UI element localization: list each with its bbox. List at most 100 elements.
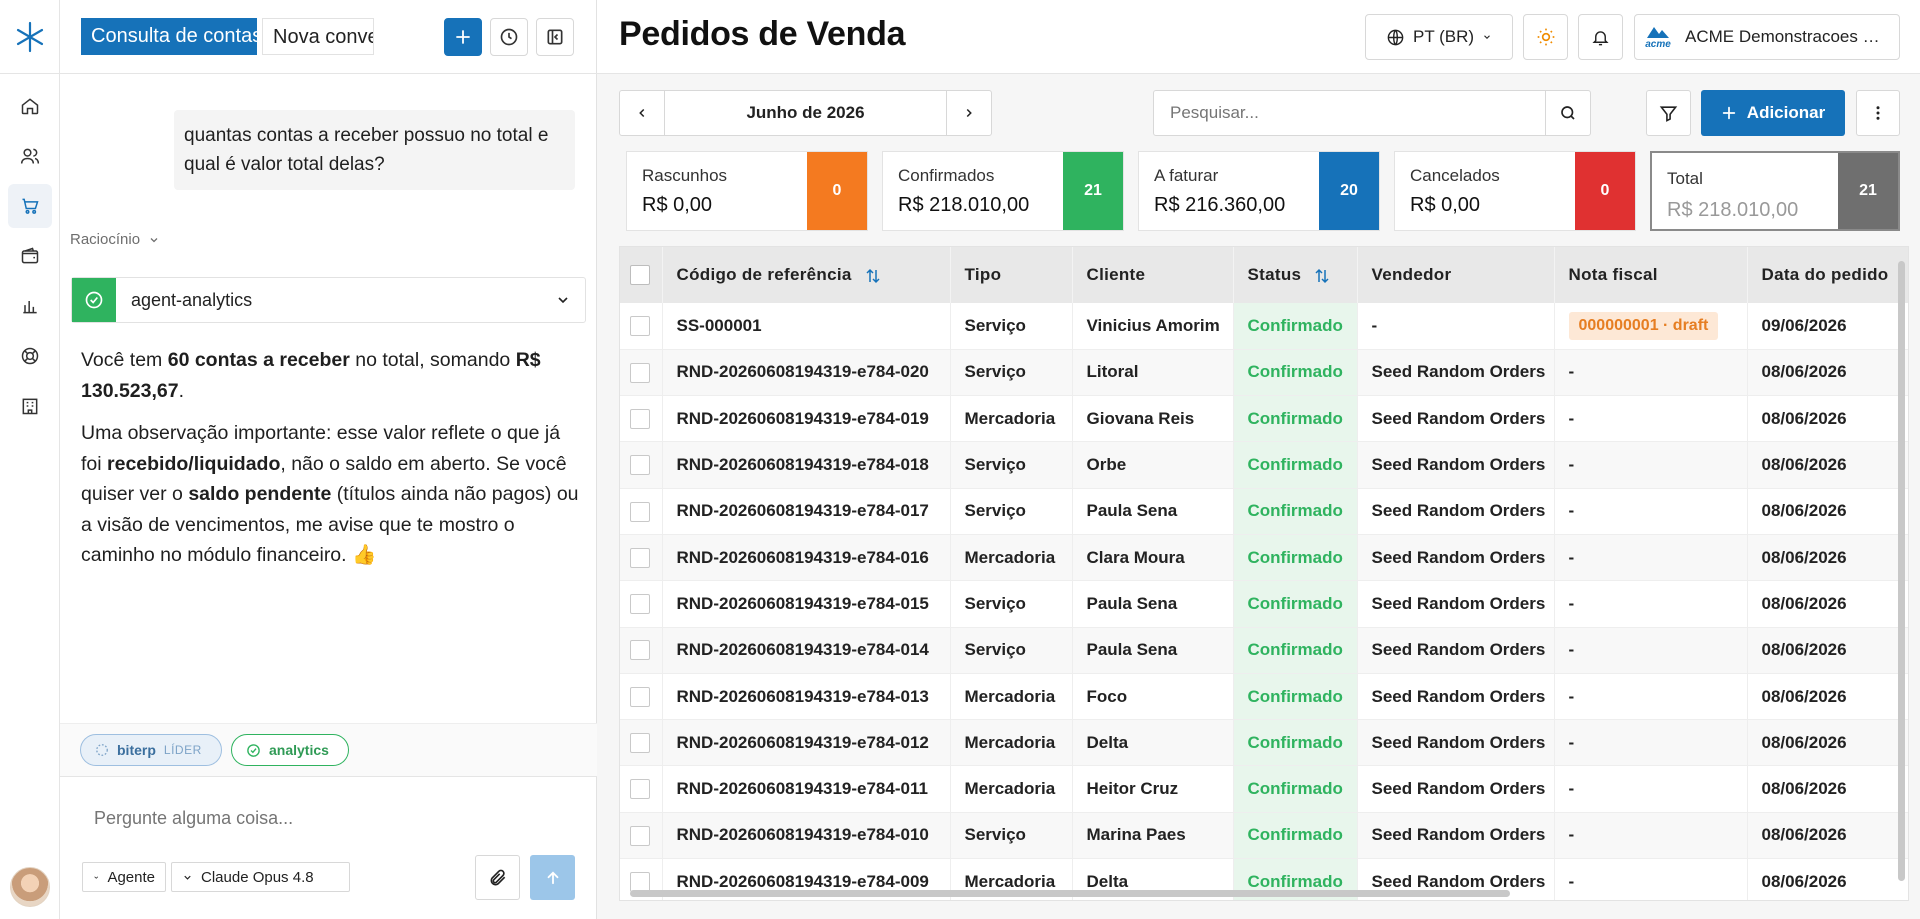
- row-checkbox[interactable]: [630, 547, 650, 568]
- cell-ref: RND-20260608194319-e784-013: [662, 673, 951, 721]
- col-header-tipo[interactable]: Tipo: [950, 247, 1073, 303]
- agent-chip-biterp[interactable]: biterp LÍDER: [80, 734, 222, 766]
- cell-cliente: Giovana Reis: [1072, 395, 1234, 443]
- theme-toggle[interactable]: [1523, 14, 1568, 60]
- table-row[interactable]: RND-20260608194319-e784-016 Mercadoria C…: [620, 534, 1908, 582]
- table-row[interactable]: RND-20260608194319-e784-015 Serviço Paul…: [620, 580, 1908, 628]
- notifications-button[interactable]: [1578, 14, 1623, 60]
- nav-company[interactable]: [8, 384, 52, 428]
- row-checkbox[interactable]: [630, 362, 650, 383]
- vertical-scrollbar[interactable]: [1898, 261, 1905, 881]
- attach-button[interactable]: [475, 855, 520, 900]
- user-message: quantas contas a receber possuo no total…: [174, 110, 575, 190]
- summary-card-a-faturar[interactable]: A faturar R$ 216.360,00 20: [1138, 151, 1380, 231]
- cell-vendedor: -: [1357, 303, 1555, 350]
- row-checkbox[interactable]: [630, 733, 650, 754]
- language-select[interactable]: PT (BR): [1365, 14, 1513, 60]
- answer-text: Você tem: [81, 349, 168, 371]
- card-count: 0: [807, 152, 867, 230]
- row-checkbox[interactable]: [630, 779, 650, 800]
- row-checkbox[interactable]: [630, 825, 650, 846]
- row-select-cell: [620, 812, 663, 860]
- summary-card-rascunhos[interactable]: Rascunhos R$ 0,00 0: [626, 151, 868, 231]
- card-value: R$ 216.360,00: [1154, 194, 1286, 216]
- select-all-checkbox[interactable]: [630, 265, 650, 286]
- cell-nota-fiscal: -: [1554, 580, 1748, 628]
- user-avatar[interactable]: [10, 867, 50, 907]
- current-month: Junho de 2026: [746, 103, 865, 122]
- table-row[interactable]: SS-000001 Serviço Vinicius Amorim Confir…: [620, 303, 1908, 350]
- chat-input[interactable]: [94, 808, 554, 829]
- table-row[interactable]: RND-20260608194319-e784-019 Mercadoria G…: [620, 395, 1908, 443]
- collapse-panel-button[interactable]: [536, 18, 574, 56]
- agent-expand[interactable]: [541, 292, 585, 308]
- wallet-icon: [21, 247, 39, 264]
- search-button[interactable]: [1545, 91, 1590, 135]
- app-logo[interactable]: [0, 0, 60, 74]
- row-checkbox[interactable]: [630, 316, 650, 337]
- col-label: Tipo: [964, 265, 1002, 284]
- model-select[interactable]: Claude Opus 4.8: [171, 862, 350, 892]
- history-button[interactable]: [490, 18, 528, 56]
- row-checkbox[interactable]: [630, 594, 650, 615]
- mode-select[interactable]: Agente: [82, 862, 166, 892]
- nav-wallet[interactable]: [8, 234, 52, 278]
- col-header-data[interactable]: Data do pedido: [1747, 247, 1908, 303]
- table-row[interactable]: RND-20260608194319-e784-018 Serviço Orbe…: [620, 441, 1908, 489]
- col-header-nota-fiscal[interactable]: Nota fiscal: [1554, 247, 1748, 303]
- nav-users[interactable]: [8, 134, 52, 178]
- answer-bold: 60 contas a receber: [167, 349, 350, 371]
- cell-tipo: Serviço: [950, 812, 1073, 860]
- table-row[interactable]: RND-20260608194319-e784-012 Mercadoria D…: [620, 719, 1908, 767]
- agent-chip-analytics[interactable]: analytics: [231, 734, 349, 766]
- table-row[interactable]: RND-20260608194319-e784-014 Serviço Paul…: [620, 627, 1908, 674]
- prev-month-button[interactable]: [620, 91, 665, 135]
- agent-step-card[interactable]: agent-analytics: [71, 277, 586, 323]
- sort-icon[interactable]: [1313, 267, 1331, 285]
- filter-button[interactable]: [1646, 90, 1691, 136]
- card-value: R$ 0,00: [1410, 194, 1481, 216]
- row-checkbox[interactable]: [630, 640, 650, 661]
- cell-cliente: Marina Paes: [1072, 812, 1234, 860]
- table-row[interactable]: RND-20260608194319-e784-011 Mercadoria H…: [620, 765, 1908, 813]
- row-checkbox[interactable]: [630, 409, 650, 429]
- summary-card-cancelados[interactable]: Cancelados R$ 0,00 0: [1394, 151, 1636, 231]
- row-checkbox[interactable]: [630, 455, 650, 476]
- row-checkbox[interactable]: [630, 686, 650, 707]
- tab-nova-conversa[interactable]: Nova conversa: [262, 18, 374, 55]
- row-checkbox[interactable]: [630, 871, 650, 892]
- nav-home[interactable]: [8, 84, 52, 128]
- next-month-button[interactable]: [946, 91, 991, 135]
- summary-card-confirmados[interactable]: Confirmados R$ 218.010,00 21: [882, 151, 1124, 231]
- more-options-button[interactable]: [1856, 90, 1900, 136]
- nav-sales[interactable]: [8, 184, 52, 228]
- cell-nota-fiscal: -: [1554, 349, 1748, 397]
- tab-consulta-de-contas[interactable]: Consulta de contas: [81, 18, 257, 55]
- search-input[interactable]: [1154, 91, 1545, 135]
- col-label: Cliente: [1086, 265, 1146, 284]
- main-content: Pedidos de Venda PT (BR) acme ACME Demon…: [597, 0, 1920, 919]
- summary-card-total[interactable]: Total R$ 218.010,00 21: [1650, 151, 1900, 231]
- table-row[interactable]: RND-20260608194319-e784-013 Mercadoria F…: [620, 673, 1908, 721]
- col-header-ref[interactable]: Código de referência: [662, 247, 951, 303]
- sort-icon[interactable]: [864, 267, 882, 285]
- col-header-vendedor[interactable]: Vendedor: [1357, 247, 1555, 303]
- card-count: 21: [1063, 152, 1123, 230]
- table-row[interactable]: RND-20260608194319-e784-017 Serviço Paul…: [620, 488, 1908, 535]
- company-select[interactable]: acme ACME Demonstracoes Ltda: [1634, 14, 1900, 60]
- users-icon: [20, 148, 40, 164]
- add-button[interactable]: Adicionar: [1701, 90, 1845, 136]
- col-header-status[interactable]: Status: [1233, 247, 1358, 303]
- reasoning-toggle[interactable]: Raciocínio: [70, 231, 160, 248]
- cell-nota-fiscal: -: [1554, 858, 1748, 900]
- new-chat-button[interactable]: [444, 18, 482, 56]
- invoice-badge[interactable]: 000000001 · draft: [1568, 311, 1719, 340]
- row-checkbox[interactable]: [630, 501, 650, 522]
- table-row[interactable]: RND-20260608194319-e784-010 Serviço Mari…: [620, 812, 1908, 860]
- nav-reports[interactable]: [8, 284, 52, 328]
- col-header-cliente[interactable]: Cliente: [1072, 247, 1234, 303]
- table-row[interactable]: RND-20260608194319-e784-020 Serviço Lito…: [620, 349, 1908, 397]
- nav-support[interactable]: [8, 334, 52, 378]
- horizontal-scrollbar[interactable]: [630, 890, 1510, 897]
- send-button[interactable]: [530, 855, 575, 900]
